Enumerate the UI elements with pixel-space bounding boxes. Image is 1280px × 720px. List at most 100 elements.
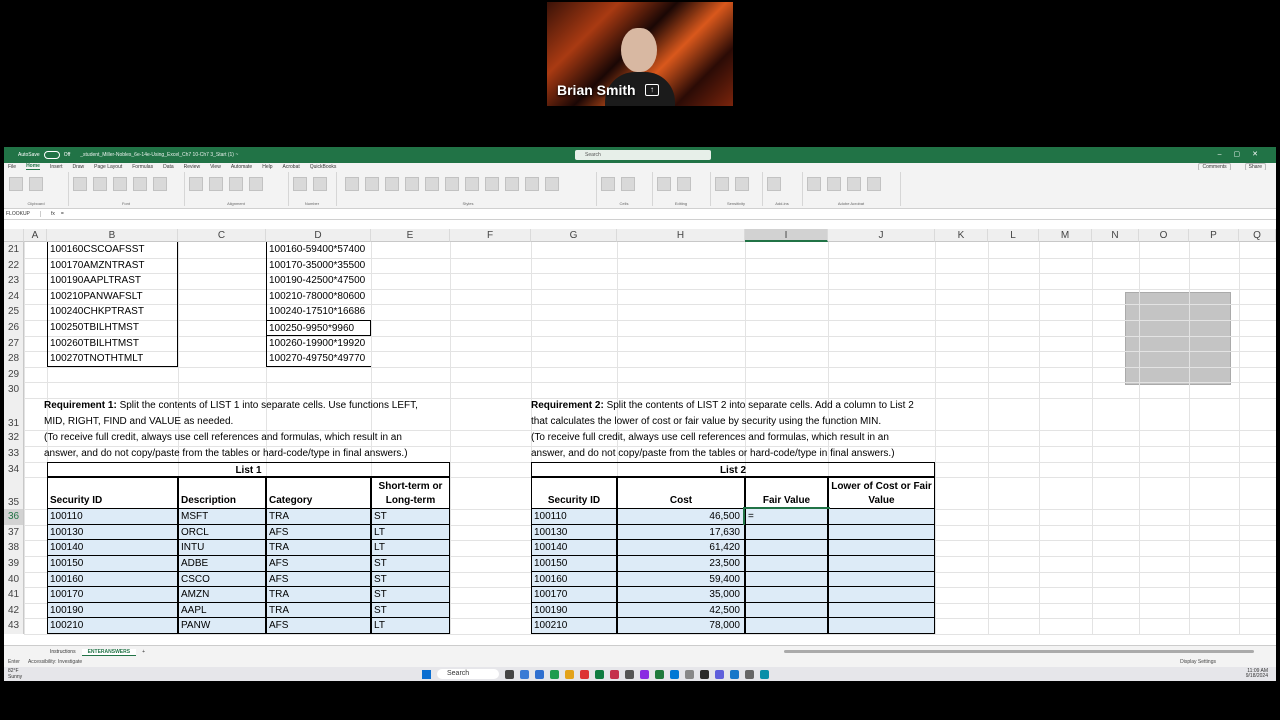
ribbon-command-icon[interactable] bbox=[293, 177, 307, 191]
row-header-31[interactable]: 31 bbox=[4, 398, 24, 430]
taskbar-search[interactable]: Search bbox=[437, 669, 499, 679]
list2-header[interactable]: Cost bbox=[617, 477, 745, 510]
ribbon-command-icon[interactable] bbox=[677, 177, 691, 191]
list2-data-cell[interactable]: 100140 bbox=[531, 540, 617, 556]
column-header-g[interactable]: G bbox=[531, 229, 617, 242]
list2-data-cell[interactable] bbox=[745, 587, 828, 603]
list1-data-cell[interactable]: ST bbox=[371, 587, 450, 603]
ribbon-command-icon[interactable] bbox=[9, 177, 23, 191]
row-header-33[interactable]: 33 bbox=[4, 446, 24, 462]
row-header-27[interactable]: 27 bbox=[4, 335, 24, 352]
display-settings[interactable]: Display Settings bbox=[1180, 659, 1216, 665]
list1-data-cell[interactable]: ADBE bbox=[178, 556, 266, 572]
row-header-22[interactable]: 22 bbox=[4, 257, 24, 274]
list1-data-cell[interactable]: CSCO bbox=[178, 571, 266, 588]
horizontal-scrollbar[interactable] bbox=[784, 650, 1254, 653]
ribbon-command-icon[interactable] bbox=[209, 177, 223, 191]
list1-header[interactable]: Category bbox=[266, 477, 371, 510]
list2-raw-cell[interactable]: 100160-59400*57400 bbox=[266, 242, 371, 258]
list2-data-cell[interactable]: 100190 bbox=[531, 602, 617, 619]
participant-video-tile[interactable]: Brian Smith ↑ bbox=[547, 2, 733, 106]
list1-raw-cell[interactable]: 100190AAPLTRAST bbox=[47, 273, 178, 289]
list2-data-cell[interactable]: 42,500 bbox=[617, 602, 745, 619]
list1-data-cell[interactable]: 100170 bbox=[47, 587, 178, 603]
list2-raw-cell[interactable]: 100260-19900*19920 bbox=[266, 335, 371, 352]
list2-raw-cell[interactable]: 100210-78000*80600 bbox=[266, 288, 371, 305]
list2-data-cell[interactable] bbox=[745, 618, 828, 634]
list1-data-cell[interactable]: ST bbox=[371, 509, 450, 525]
taskbar-app-icon[interactable] bbox=[655, 669, 664, 679]
list2-data-cell[interactable] bbox=[828, 509, 935, 525]
active-cell-i36[interactable]: = bbox=[743, 507, 830, 527]
list2-data-cell[interactable]: 100170 bbox=[531, 587, 617, 603]
column-header-f[interactable]: F bbox=[450, 229, 531, 242]
ribbon-tab-home[interactable]: Home bbox=[26, 163, 40, 170]
ribbon-tab-insert[interactable]: Insert bbox=[50, 164, 63, 170]
taskbar-app-icon[interactable] bbox=[730, 669, 739, 679]
list1-data-cell[interactable]: 100150 bbox=[47, 556, 178, 572]
column-header-b[interactable]: B bbox=[47, 229, 178, 242]
list1-header[interactable]: Description bbox=[178, 477, 266, 510]
list1-data-cell[interactable]: TRA bbox=[266, 509, 371, 525]
list2-data-cell[interactable] bbox=[828, 618, 935, 634]
column-header-o[interactable]: O bbox=[1139, 229, 1189, 242]
list1-data-cell[interactable]: LT bbox=[371, 618, 450, 634]
ribbon-command-icon[interactable] bbox=[715, 177, 729, 191]
sheet-tab-enteranswers[interactable]: ENTERANSWERS bbox=[81, 648, 137, 656]
list2-data-cell[interactable]: 100210 bbox=[531, 618, 617, 634]
list2-data-cell[interactable]: 46,500 bbox=[617, 509, 745, 525]
list2-data-cell[interactable]: 100130 bbox=[531, 524, 617, 541]
taskbar-app-icon[interactable] bbox=[625, 669, 634, 679]
ribbon-command-icon[interactable] bbox=[249, 177, 263, 191]
list1-title[interactable]: List 1 bbox=[47, 461, 450, 478]
row-header-39[interactable]: 39 bbox=[4, 556, 24, 572]
ribbon-command-icon[interactable] bbox=[385, 177, 399, 191]
ribbon-command-icon[interactable] bbox=[229, 177, 243, 191]
ribbon-command-icon[interactable] bbox=[867, 177, 881, 191]
list2-data-cell[interactable]: 59,400 bbox=[617, 571, 745, 588]
column-header-q[interactable]: Q bbox=[1239, 229, 1276, 242]
list1-data-cell[interactable]: MSFT bbox=[178, 509, 266, 525]
list2-raw-cell[interactable]: 100270-49750*49770 bbox=[266, 351, 371, 367]
ribbon-tab-formulas[interactable]: Formulas bbox=[132, 164, 153, 170]
ribbon-tab-help[interactable]: Help bbox=[262, 164, 272, 170]
list1-data-cell[interactable]: AMZN bbox=[178, 587, 266, 603]
list1-raw-cell[interactable]: 100270TNOTHTMLT bbox=[47, 351, 178, 367]
select-all-corner[interactable] bbox=[4, 229, 24, 242]
row-header-26[interactable]: 26 bbox=[4, 320, 24, 336]
ribbon-command-icon[interactable] bbox=[465, 177, 479, 191]
row-header-28[interactable]: 28 bbox=[4, 351, 24, 367]
taskbar-app-icon[interactable] bbox=[745, 669, 754, 679]
list2-data-cell[interactable] bbox=[745, 571, 828, 588]
list2-raw-cell[interactable]: 100250-9950*9960 bbox=[266, 320, 371, 336]
list2-data-cell[interactable]: 78,000 bbox=[617, 618, 745, 634]
list2-data-cell[interactable] bbox=[745, 540, 828, 556]
row-header-24[interactable]: 24 bbox=[4, 288, 24, 305]
list1-data-cell[interactable]: AFS bbox=[266, 524, 371, 541]
ribbon-command-icon[interactable] bbox=[73, 177, 87, 191]
taskbar-app-icon[interactable] bbox=[505, 669, 514, 679]
list1-data-cell[interactable]: INTU bbox=[178, 540, 266, 556]
list1-data-cell[interactable]: PANW bbox=[178, 618, 266, 634]
list1-data-cell[interactable]: 100140 bbox=[47, 540, 178, 556]
taskbar-app-icon[interactable] bbox=[565, 669, 574, 679]
row-header-42[interactable]: 42 bbox=[4, 602, 24, 619]
taskbar-app-icon[interactable] bbox=[610, 669, 619, 679]
list2-data-cell[interactable] bbox=[828, 571, 935, 588]
list2-data-cell[interactable] bbox=[745, 524, 828, 541]
sheet-tab-instructions[interactable]: Instructions bbox=[44, 649, 82, 655]
taskbar-app-icon[interactable] bbox=[700, 669, 709, 679]
autosave-toggle[interactable] bbox=[43, 151, 60, 159]
column-header-j[interactable]: J bbox=[828, 229, 935, 242]
ribbon-tab-data[interactable]: Data bbox=[163, 164, 174, 170]
taskbar-app-icon[interactable] bbox=[640, 669, 649, 679]
taskbar-app-icon[interactable] bbox=[580, 669, 589, 679]
row-header-25[interactable]: 25 bbox=[4, 304, 24, 320]
list1-data-cell[interactable]: 100110 bbox=[47, 509, 178, 525]
list1-raw-cell[interactable]: 100170AMZNTRAST bbox=[47, 257, 178, 274]
fx-icon[interactable]: fx bbox=[51, 211, 55, 217]
column-header-e[interactable]: E bbox=[371, 229, 450, 242]
column-header-p[interactable]: P bbox=[1189, 229, 1239, 242]
list1-data-cell[interactable]: 100190 bbox=[47, 602, 178, 619]
list2-data-cell[interactable] bbox=[745, 602, 828, 619]
